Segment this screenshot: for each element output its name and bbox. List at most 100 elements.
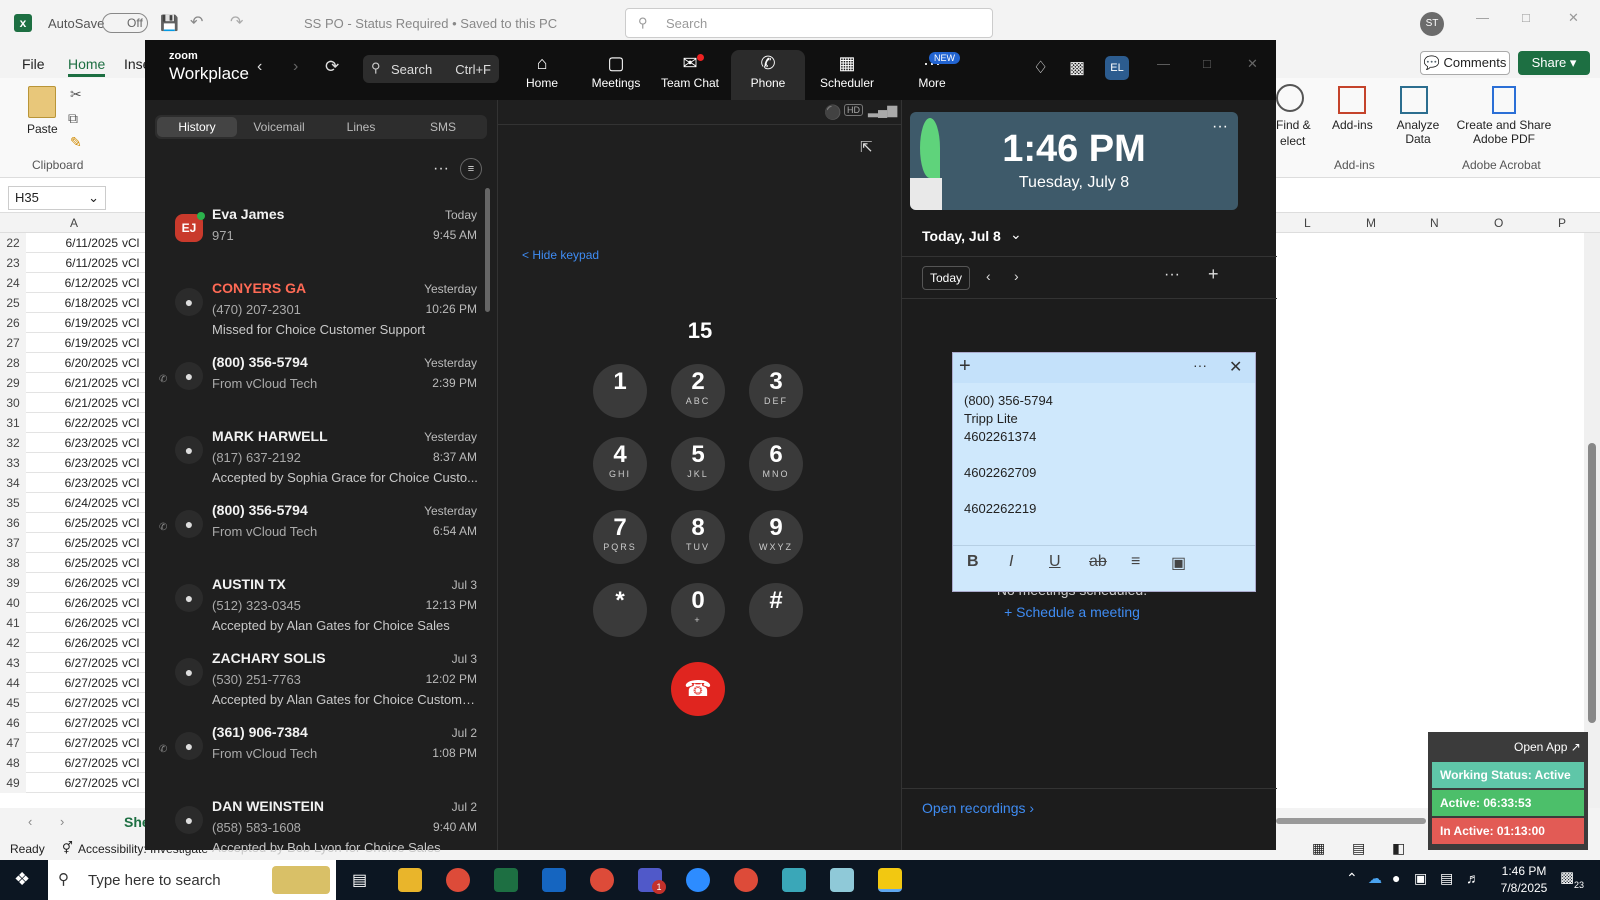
task-view-icon[interactable]: ▤ <box>352 870 367 890</box>
cell-vendor[interactable]: vCl <box>122 533 146 553</box>
row-header[interactable]: 25 <box>0 293 26 313</box>
cell-date[interactable]: 6/11/2025 <box>28 233 120 253</box>
keypad-key[interactable]: 3 DEF <box>749 364 803 418</box>
file-explorer-icon[interactable] <box>398 868 422 892</box>
row-header[interactable]: 47 <box>0 733 26 753</box>
chrome-profile-icon[interactable] <box>590 868 614 892</box>
cell-vendor[interactable]: vCl <box>122 733 146 753</box>
cell-date[interactable]: 6/22/2025 <box>28 413 120 433</box>
note-close-icon[interactable]: ✕ <box>1229 357 1242 377</box>
zoom-taskbar-icon[interactable] <box>686 868 710 892</box>
end-call-button[interactable]: ☎ <box>671 662 725 716</box>
teams-icon[interactable]: 1 <box>638 868 666 894</box>
row-header[interactable]: 33 <box>0 453 26 473</box>
clock-time-tray[interactable]: 1:46 PM <box>1494 864 1554 878</box>
doc-title[interactable]: SS PO - Status Required • Saved to this … <box>304 16 557 31</box>
call-history-item[interactable]: ✆ ● (800) 356-5794 From vCloud Tech Yesterda… <box>155 494 487 568</box>
app-icon[interactable] <box>782 868 806 892</box>
keypad-key[interactable]: 1 <box>593 364 647 418</box>
excel-search-box[interactable]: ⚲ Search <box>625 8 993 38</box>
cell-date[interactable]: 6/25/2025 <box>28 553 120 573</box>
cell-date[interactable]: 6/23/2025 <box>28 473 120 493</box>
cell-date[interactable]: 6/21/2025 <box>28 393 120 413</box>
row-header[interactable]: 40 <box>0 593 26 613</box>
cell-vendor[interactable]: vCl <box>122 373 146 393</box>
row-header[interactable]: 32 <box>0 433 26 453</box>
seg-lines[interactable]: Lines <box>321 115 401 139</box>
col-header-m[interactable]: M <box>1366 216 1376 230</box>
volume-icon[interactable]: ♬ <box>1466 870 1480 886</box>
cell-date[interactable]: 6/27/2025 <box>28 773 120 793</box>
autosave-toggle[interactable]: Off <box>102 13 148 33</box>
cell-date[interactable]: 6/21/2025 <box>28 373 120 393</box>
cell-vendor[interactable]: vCl <box>122 453 146 473</box>
nav-phone[interactable]: ✆ Phone <box>731 50 805 100</box>
cell-vendor[interactable]: vCl <box>122 773 146 793</box>
cell-date[interactable]: 6/23/2025 <box>28 453 120 473</box>
call-history-item[interactable]: ✆ ● (800) 356-5794 From vCloud Tech Yesterda… <box>155 346 487 420</box>
row-header[interactable]: 42 <box>0 633 26 653</box>
cell-date[interactable]: 6/27/2025 <box>28 653 120 673</box>
chrome-icon-2[interactable] <box>734 868 758 892</box>
call-history-item[interactable]: ● DAN WEINSTEIN (858) 583-1608 Accepted by … <box>155 790 487 864</box>
open-app-link[interactable]: Open App ↗ <box>1514 740 1581 754</box>
cell-vendor[interactable]: vCl <box>122 273 146 293</box>
horizontal-scrollbar[interactable] <box>1276 818 1426 824</box>
cell-vendor[interactable]: vCl <box>122 753 146 773</box>
row-header[interactable]: 44 <box>0 673 26 693</box>
cell-date[interactable]: 6/19/2025 <box>28 333 120 353</box>
cell-vendor[interactable]: vCl <box>122 673 146 693</box>
comments-button[interactable]: 💬 Comments <box>1420 51 1510 75</box>
cell-date[interactable]: 6/27/2025 <box>28 733 120 753</box>
prev-day-icon[interactable]: ‹ <box>986 268 991 284</box>
cell-vendor[interactable]: vCl <box>122 433 146 453</box>
add-event-icon[interactable]: + <box>1208 264 1219 285</box>
cell-vendor[interactable]: vCl <box>122 393 146 413</box>
today-button[interactable]: Today <box>922 266 970 290</box>
history-icon[interactable]: ⟳ <box>325 57 339 77</box>
chrome-icon[interactable] <box>446 868 470 892</box>
cell-vendor[interactable]: vCl <box>122 693 146 713</box>
keypad-key[interactable]: 5 JKL <box>671 437 725 491</box>
cell-vendor[interactable]: vCl <box>122 633 146 653</box>
row-header[interactable]: 45 <box>0 693 26 713</box>
redo-icon[interactable]: ↷ <box>230 12 243 32</box>
chevron-down-icon[interactable]: ⌄ <box>1010 226 1022 243</box>
mic-icon[interactable]: ● <box>1392 870 1400 886</box>
call-history-item[interactable]: ● MARK HARWELL (817) 637-2192 Accepted by S… <box>155 420 487 494</box>
clock-date-tray[interactable]: 7/8/2025 <box>1494 881 1554 895</box>
row-header[interactable]: 34 <box>0 473 26 493</box>
analyze-data-label[interactable]: Analyze Data <box>1396 118 1440 146</box>
nav-team-chat[interactable]: ✉ Team Chat <box>653 50 727 98</box>
nav-more[interactable]: ···MoreNEW <box>895 50 969 98</box>
cell-date[interactable]: 6/26/2025 <box>28 593 120 613</box>
row-header[interactable]: 29 <box>0 373 26 393</box>
call-history-item[interactable]: ● CONYERS GA (470) 207-2301 Missed for Choi… <box>155 272 487 346</box>
row-header[interactable]: 24 <box>0 273 26 293</box>
analyze-data-icon[interactable] <box>1400 86 1428 114</box>
cell-date[interactable]: 6/11/2025 <box>28 253 120 273</box>
cell-date[interactable]: 6/27/2025 <box>28 693 120 713</box>
cell-date[interactable]: 6/19/2025 <box>28 313 120 333</box>
cell-date[interactable]: 6/27/2025 <box>28 673 120 693</box>
outlook-icon[interactable] <box>542 868 566 892</box>
paste-label[interactable]: Paste <box>27 122 58 136</box>
windows-start-icon[interactable]: ❖ <box>14 869 30 890</box>
cell-vendor[interactable]: vCl <box>122 573 146 593</box>
cell-date[interactable]: 6/26/2025 <box>28 613 120 633</box>
cell-vendor[interactable]: vCl <box>122 553 146 573</box>
excel-avatar[interactable]: ST <box>1420 12 1444 36</box>
expand-icon[interactable]: ⇱ <box>860 138 873 156</box>
forward-arrow-icon[interactable]: › <box>293 58 298 76</box>
row-header[interactable]: 39 <box>0 573 26 593</box>
add-note-icon[interactable]: + <box>959 355 971 378</box>
name-box[interactable]: H35 ⌄ <box>8 186 106 210</box>
cell-date[interactable]: 6/12/2025 <box>28 273 120 293</box>
row-header[interactable]: 31 <box>0 413 26 433</box>
col-header-o[interactable]: O <box>1494 216 1503 230</box>
notifications-icon[interactable]: ▩ <box>1560 868 1574 886</box>
zoom-close-icon[interactable]: ✕ <box>1247 56 1258 72</box>
zoom-minimize-icon[interactable]: — <box>1157 56 1170 71</box>
addins-label[interactable]: Add-ins <box>1332 118 1373 132</box>
keypad-key[interactable]: 8 TUV <box>671 510 725 564</box>
